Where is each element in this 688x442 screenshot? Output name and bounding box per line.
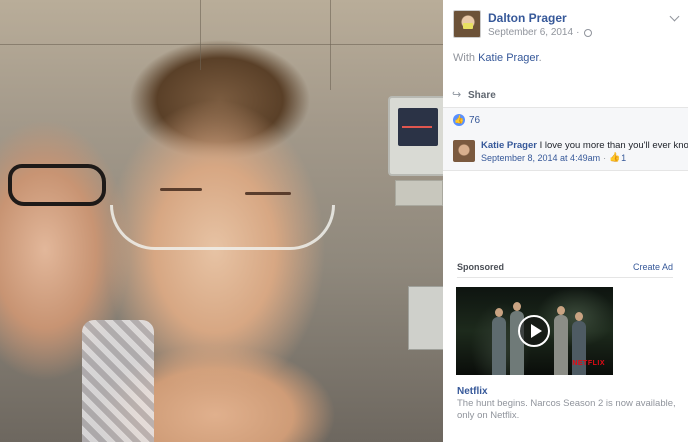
- like-badge-icon: 👍: [453, 114, 465, 126]
- hospital-monitor: [388, 96, 443, 176]
- tagged-line: With Katie Prager.: [453, 52, 542, 64]
- divider: [443, 170, 688, 171]
- ad-figure: [554, 306, 568, 375]
- tagged-suffix: .: [538, 52, 542, 64]
- hospital-gown: [82, 320, 154, 442]
- ceiling-tile-line: [330, 0, 331, 90]
- closed-eye: [245, 192, 291, 195]
- ceiling-tile-line: [200, 0, 201, 70]
- author-avatar[interactable]: [453, 10, 481, 38]
- closed-eye: [160, 188, 202, 191]
- reactions-bar[interactable]: 👍 76: [443, 108, 688, 132]
- comment-like-count[interactable]: 1: [621, 153, 626, 163]
- oxygen-tube: [110, 205, 335, 250]
- post-meta: September 6, 2014 ·: [488, 27, 593, 38]
- like-count[interactable]: 76: [469, 115, 480, 126]
- comment-body: Katie Prager I love you more than you'll…: [481, 140, 688, 151]
- commenter-avatar[interactable]: [453, 140, 475, 162]
- globe-icon[interactable]: [584, 28, 593, 37]
- post-date-link[interactable]: September 6, 2014: [488, 27, 573, 38]
- post-header: Dalton Prager September 6, 2014 ·: [453, 10, 680, 40]
- play-button-icon[interactable]: [518, 315, 550, 347]
- create-ad-link[interactable]: Create Ad: [633, 262, 673, 272]
- wall-panel: [395, 180, 443, 206]
- comment-text: I love you more than you'll ever know: [539, 140, 688, 151]
- thumbs-up-icon[interactable]: 👍: [609, 153, 620, 163]
- share-icon: [452, 88, 463, 101]
- post-photo[interactable]: [0, 0, 443, 442]
- share-button[interactable]: Share: [452, 88, 678, 102]
- divider: [457, 277, 673, 278]
- ceiling-tile-line: [0, 44, 443, 45]
- commenter-name-link[interactable]: Katie Prager: [481, 140, 537, 151]
- with-prefix: With: [453, 52, 475, 64]
- comment-meta: September 8, 2014 at 4:49am · 👍 1: [481, 153, 626, 163]
- ad-description: The hunt begins. Narcos Season 2 is now …: [457, 398, 676, 421]
- comment-item: Katie Prager I love you more than you'll…: [443, 132, 688, 170]
- sponsored-label: Sponsored: [457, 262, 505, 272]
- chevron-down-icon[interactable]: [669, 11, 680, 22]
- post-author-link[interactable]: Dalton Prager: [488, 11, 567, 25]
- comment-timestamp-link[interactable]: September 8, 2014 at 4:49am: [481, 153, 600, 163]
- share-label: Share: [468, 90, 496, 101]
- meta-separator: ·: [576, 27, 580, 38]
- post-side-panel: Dalton Prager September 6, 2014 · With K…: [443, 0, 688, 442]
- medical-cart: [408, 286, 443, 350]
- tagged-person-link[interactable]: Katie Prager: [478, 52, 539, 64]
- comment-meta-separator: ·: [603, 153, 607, 163]
- ad-video-thumbnail[interactable]: NETFLIX: [456, 287, 613, 375]
- sponsored-header: Sponsored Create Ad: [457, 262, 673, 272]
- ad-figure: [492, 308, 506, 375]
- netflix-watermark: NETFLIX: [572, 360, 605, 367]
- ad-title-link[interactable]: Netflix: [457, 386, 488, 397]
- eyeglasses: [8, 164, 106, 206]
